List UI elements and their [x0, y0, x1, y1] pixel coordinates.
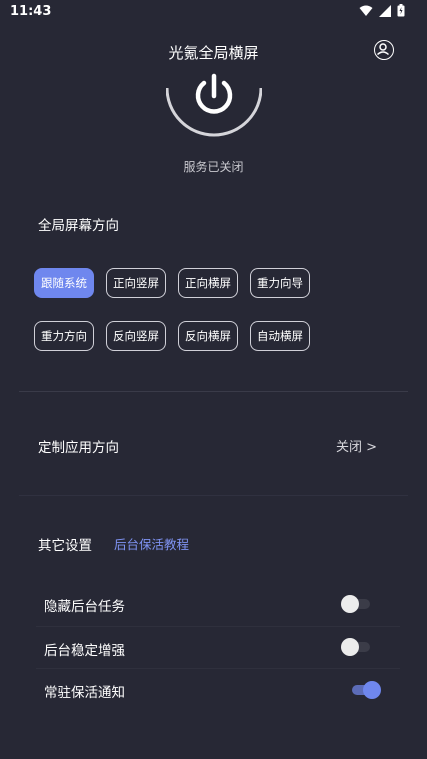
orientation-option-auto-landscape[interactable]: 自动横屏 — [250, 321, 310, 351]
background-stability-toggle[interactable] — [341, 637, 374, 657]
orientation-option-portrait[interactable]: 正向竖屏 — [106, 268, 166, 298]
divider — [19, 495, 408, 496]
orientation-option-reverse-portrait[interactable]: 反向竖屏 — [106, 321, 166, 351]
row-divider — [36, 668, 400, 669]
signal-icon — [379, 4, 391, 17]
toggle-knob — [341, 638, 359, 656]
hide-background-tasks-toggle[interactable] — [341, 594, 374, 614]
wifi-icon — [359, 5, 373, 16]
profile-button[interactable] — [374, 40, 394, 60]
keepalive-notification-toggle[interactable] — [348, 680, 381, 700]
background-stability-label: 后台稳定增强 — [44, 643, 125, 659]
orientation-section-title: 全局屏幕方向 — [38, 218, 119, 234]
orientation-option-follow-system[interactable]: 跟随系统 — [34, 268, 94, 298]
divider — [19, 391, 408, 392]
power-icon — [165, 73, 263, 137]
status-time: 11:43 — [10, 4, 52, 19]
custom-app-orientation-value[interactable]: 关闭 > — [336, 436, 377, 455]
service-status: 服务已关闭 — [183, 160, 244, 174]
orientation-option-landscape[interactable]: 正向横屏 — [178, 268, 238, 298]
status-icons — [359, 4, 405, 17]
keepalive-tutorial-link[interactable]: 后台保活教程 — [114, 534, 189, 553]
hide-background-tasks-label: 隐藏后台任务 — [44, 599, 125, 615]
user-icon — [377, 43, 390, 56]
orientation-option-reverse-landscape[interactable]: 反向横屏 — [178, 321, 238, 351]
orientation-option-gravity-guide[interactable]: 重力向导 — [250, 268, 310, 298]
row-divider — [36, 626, 400, 627]
other-settings-title: 其它设置 — [38, 538, 92, 554]
orientation-option-gravity[interactable]: 重力方向 — [34, 321, 94, 351]
custom-app-orientation-label[interactable]: 定制应用方向 — [38, 436, 119, 456]
battery-icon — [397, 4, 405, 17]
toggle-knob — [341, 595, 359, 613]
toggle-knob — [363, 681, 381, 699]
power-button[interactable] — [165, 40, 263, 144]
keepalive-notification-label: 常驻保活通知 — [44, 685, 125, 701]
